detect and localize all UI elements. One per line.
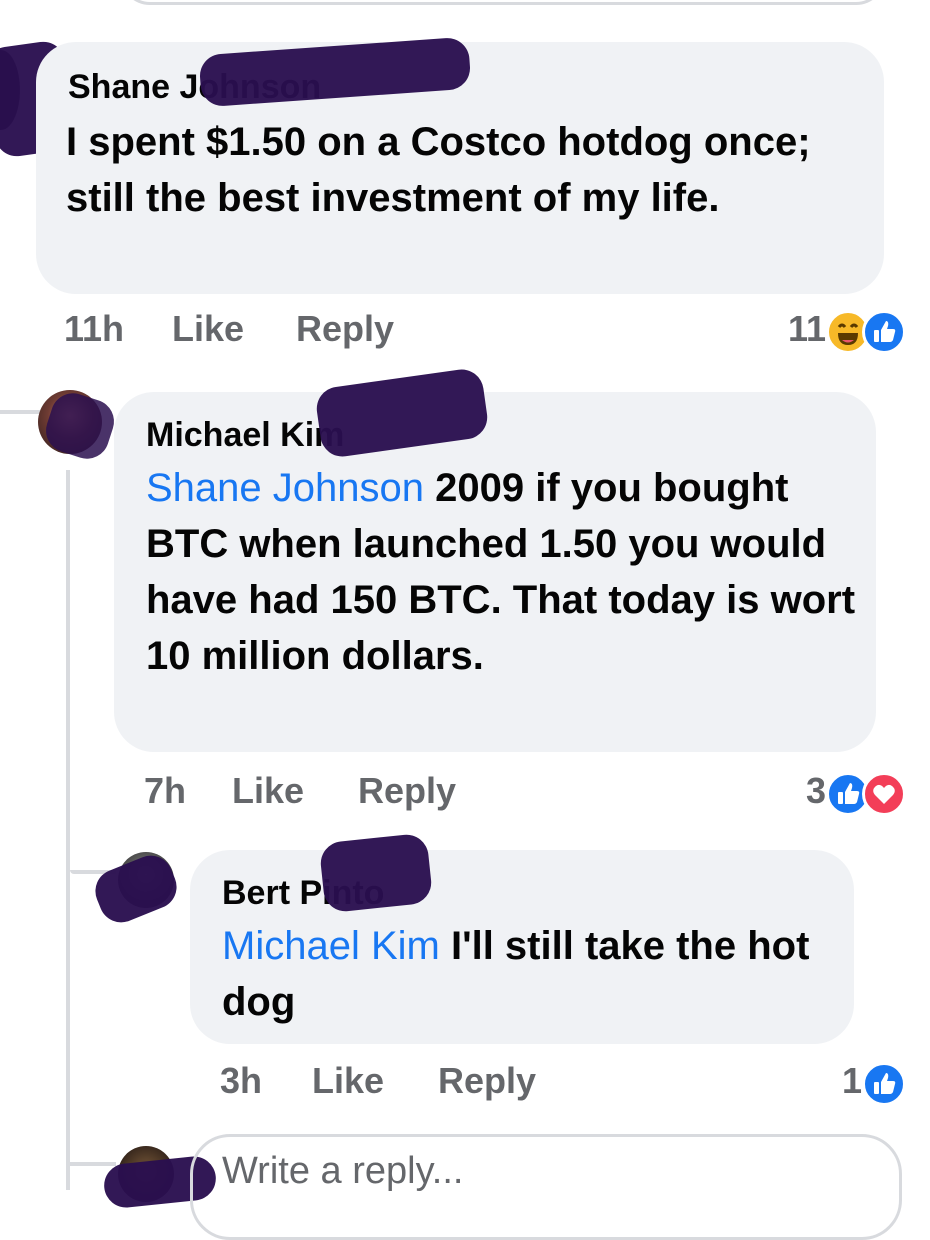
comment-timestamp[interactable]: 7h bbox=[144, 770, 186, 812]
comment-text: Shane Johnson 2009 if you bought BTC whe… bbox=[146, 460, 862, 684]
comment-actions: 7h Like Reply bbox=[144, 770, 564, 814]
redaction-mark bbox=[88, 848, 184, 930]
comment-timestamp[interactable]: 3h bbox=[220, 1060, 262, 1102]
reaction-count: 3 bbox=[805, 770, 826, 811]
mention-link[interactable]: Michael Kim bbox=[222, 924, 440, 968]
reaction-count: 11 bbox=[787, 308, 826, 349]
like-icon bbox=[862, 1062, 906, 1106]
like-icon bbox=[862, 310, 906, 354]
reply-button[interactable]: Reply bbox=[296, 308, 394, 350]
previous-comment-edge bbox=[120, 0, 886, 5]
reaction-summary[interactable]: 3 bbox=[700, 770, 910, 816]
thread-line-main bbox=[66, 470, 70, 1190]
comment-actions: 11h Like Reply bbox=[64, 308, 484, 352]
comment-text: Michael Kim I'll still take the hot dog bbox=[222, 918, 842, 1030]
like-button[interactable]: Like bbox=[312, 1060, 384, 1102]
redaction-mark bbox=[318, 832, 434, 914]
comment-actions: 3h Like Reply bbox=[220, 1060, 640, 1104]
reaction-summary[interactable]: 11 bbox=[700, 308, 910, 354]
reply-button[interactable]: Reply bbox=[358, 770, 456, 812]
thread-line-branch-3 bbox=[70, 1162, 116, 1166]
reaction-summary[interactable]: 1 bbox=[700, 1060, 910, 1106]
like-button[interactable]: Like bbox=[232, 770, 304, 812]
reply-placeholder: Write a reply... bbox=[222, 1150, 464, 1192]
reply-button[interactable]: Reply bbox=[438, 1060, 536, 1102]
mention-link[interactable]: Shane Johnson bbox=[146, 466, 424, 510]
comment-author[interactable]: Michael Kim bbox=[146, 416, 344, 455]
comment-text: I spent $1.50 on a Costco hotdog once; s… bbox=[66, 120, 811, 220]
like-button[interactable]: Like bbox=[172, 308, 244, 350]
thread-line-branch-1 bbox=[0, 410, 40, 414]
comment-timestamp[interactable]: 11h bbox=[64, 308, 124, 350]
love-icon bbox=[862, 772, 906, 816]
reaction-count: 1 bbox=[841, 1060, 862, 1101]
